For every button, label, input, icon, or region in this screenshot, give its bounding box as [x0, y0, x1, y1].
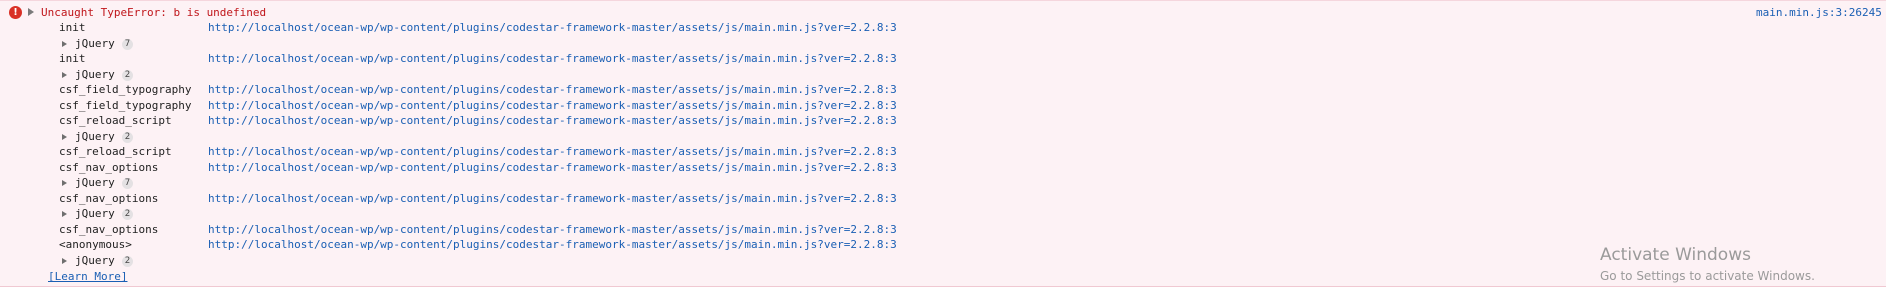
stack-frame-function: init [59, 52, 86, 65]
error-source-link[interactable]: main.min.js:3:26245 [1756, 6, 1882, 19]
collapsed-group-label[interactable]: jQuery [75, 254, 115, 267]
frame-count-badge: 7 [122, 178, 133, 189]
stack-frame-function: csf_reload_script [59, 145, 172, 158]
stack-frame-url-link[interactable]: http://localhost/ocean-wp/wp-content/plu… [208, 99, 897, 112]
frame-count-badge: 2 [122, 209, 133, 220]
collapsed-group-label[interactable]: jQuery [75, 37, 115, 50]
stack-frame-url-link[interactable]: http://localhost/ocean-wp/wp-content/plu… [208, 192, 897, 205]
jquery-group-row: jQuery 2 [0, 68, 1886, 84]
stack-frame-row: init http://localhost/ocean-wp/wp-content… [0, 52, 1886, 68]
expand-triangle-icon[interactable] [62, 133, 67, 140]
stack-frame-function: csf_field_typography [59, 83, 192, 96]
stack-frame-url-link[interactable]: http://localhost/ocean-wp/wp-content/plu… [208, 145, 897, 158]
stack-frame-url-link[interactable]: http://localhost/ocean-wp/wp-content/plu… [208, 21, 897, 34]
stack-frame-function: csf_field_typography [59, 98, 192, 112]
error-message: Uncaught TypeError: b is undefined [41, 6, 267, 19]
stack-frame-row: csf_field_typography http://localhost/oce… [0, 83, 1886, 99]
console-panel: ! Uncaught TypeError: b is undefined mai… [0, 0, 1886, 287]
jquery-group-row: jQuery 7 [0, 176, 1886, 192]
stack-frame-function: csf_nav_options [59, 191, 159, 205]
stack-frame-url-link[interactable]: http://localhost/ocean-wp/wp-content/plu… [208, 114, 897, 127]
frame-count-badge: 2 [122, 69, 133, 81]
expand-triangle-icon[interactable] [28, 8, 34, 16]
stack-frame-row: csf_reload_script http://localhost/ocean-… [0, 114, 1886, 130]
stack-frame-url-link[interactable]: http://localhost/ocean-wp/wp-content/plu… [208, 223, 897, 236]
stack-frame-function: csf_nav_options [59, 160, 159, 174]
expand-triangle-icon[interactable] [62, 71, 67, 78]
jquery-group-row: jQuery 2 [0, 130, 1886, 146]
stack-frame-url-link[interactable]: http://localhost/ocean-wp/wp-content/plu… [208, 83, 897, 96]
collapsed-group-label[interactable]: jQuery [75, 176, 115, 189]
stack-frame-row: init http://localhost/ocean-wp/wp-content… [0, 21, 1886, 37]
expand-triangle-icon[interactable] [62, 211, 67, 217]
stack-frame-row: csf_reload_script http://localhost/ocean-… [0, 145, 1886, 161]
stack-frame-row: csf_nav_options http://localhost/ocean-wp… [0, 161, 1886, 177]
stack-frame-row: csf_field_typography http://localhost/oce… [0, 99, 1886, 115]
frame-count-badge: 2 [122, 255, 133, 267]
stack-frame-url-link[interactable]: http://localhost/ocean-wp/wp-content/plu… [208, 161, 897, 174]
stack-frame-function: csf_reload_script [59, 114, 172, 127]
expand-triangle-icon[interactable] [62, 180, 67, 186]
stack-frame-function: init [59, 21, 86, 34]
watermark-subtitle: Go to Settings to activate Windows. [1600, 269, 1815, 283]
stack-frame-url-link[interactable]: http://localhost/ocean-wp/wp-content/plu… [208, 52, 897, 65]
activate-windows-watermark: Activate Windows Go to Settings to activ… [1600, 245, 1815, 285]
error-icon: ! [9, 6, 22, 19]
frame-count-badge: 7 [122, 38, 133, 50]
learn-more-link[interactable]: [Learn More] [48, 270, 127, 283]
jquery-group-row: jQuery 7 [0, 37, 1886, 53]
error-message-row[interactable]: ! Uncaught TypeError: b is undefined mai… [0, 5, 1886, 21]
expand-triangle-icon[interactable] [62, 40, 67, 47]
collapsed-group-label[interactable]: jQuery [75, 207, 115, 220]
stack-frame-function: csf_nav_options [59, 222, 159, 236]
stack-frame-url-link[interactable]: http://localhost/ocean-wp/wp-content/plu… [208, 238, 897, 251]
frame-count-badge: 2 [122, 131, 133, 143]
jquery-group-row: jQuery 2 [0, 207, 1886, 223]
watermark-title: Activate Windows [1600, 245, 1751, 265]
collapsed-group-label[interactable]: jQuery [75, 68, 115, 81]
expand-triangle-icon[interactable] [62, 257, 67, 264]
stack-frame-row: csf_nav_options http://localhost/ocean-wp… [0, 223, 1886, 239]
stack-frame-function: <anonymous> [59, 238, 132, 251]
stack-trace: init http://localhost/ocean-wp/wp-content… [0, 21, 1886, 269]
stack-frame-row: csf_nav_options http://localhost/ocean-wp… [0, 192, 1886, 208]
collapsed-group-label[interactable]: jQuery [75, 130, 115, 143]
